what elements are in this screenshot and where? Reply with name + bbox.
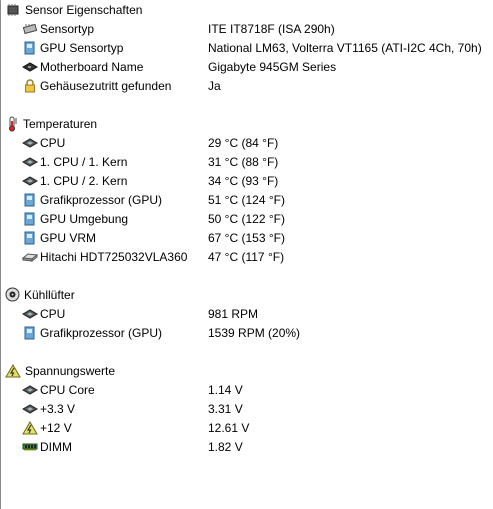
- cpu-chip-icon: [22, 156, 38, 168]
- list-item[interactable]: DIMM 1.82 V: [0, 437, 493, 456]
- sensor-chip-icon: [22, 23, 38, 35]
- hard-disk-icon: [22, 251, 38, 263]
- sensor-chip-icon: [5, 3, 21, 17]
- field-value: 67 °C (153 °F): [208, 230, 285, 245]
- list-item[interactable]: 1. CPU / 2. Kern 34 °C (93 °F): [0, 171, 493, 190]
- field-label: CPU: [40, 135, 66, 150]
- gpu-card-icon: [22, 326, 38, 340]
- list-item[interactable]: CPU 29 °C (84 °F): [0, 133, 493, 152]
- field-label: Gehäusezutritt gefunden: [40, 78, 172, 93]
- field-value: 31 °C (88 °F): [208, 154, 279, 169]
- field-label: GPU Umgebung: [40, 211, 129, 226]
- section-fans: Kühllüfter CPU 981 RPM Grafikprozessor (…: [0, 285, 493, 342]
- field-label: Hitachi HDT725032VLA360: [40, 249, 188, 264]
- section-header-temperatures[interactable]: Temperaturen: [0, 114, 493, 133]
- field-label: 1. CPU / 1. Kern: [40, 154, 128, 169]
- section-title: Temperaturen: [23, 116, 98, 131]
- field-value: 1.14 V: [208, 382, 243, 397]
- cpu-chip-icon: [22, 137, 38, 149]
- field-value: 1.82 V: [208, 439, 243, 454]
- list-item[interactable]: +3.3 V 3.31 V: [0, 399, 493, 418]
- list-item[interactable]: Gehäusezutritt gefunden Ja: [0, 76, 493, 95]
- field-label: Grafikprozessor (GPU): [40, 325, 163, 340]
- field-value: National LM63, Volterra VT1165 (ATI-I2C …: [208, 40, 482, 55]
- gpu-card-icon: [22, 231, 38, 245]
- section-header-voltages[interactable]: Spannungswerte: [0, 361, 493, 380]
- list-item[interactable]: GPU Umgebung 50 °C (122 °F): [0, 209, 493, 228]
- list-item[interactable]: Grafikprozessor (GPU) 1539 RPM (20%): [0, 323, 493, 342]
- field-value: 51 °C (124 °F): [208, 192, 285, 207]
- section-sensor-properties: Sensor Eigenschaften Sensortyp ITE IT871…: [0, 0, 493, 95]
- field-value: 12.61 V: [208, 420, 250, 435]
- field-label: CPU Core: [40, 382, 95, 397]
- gpu-card-icon: [22, 212, 38, 226]
- field-label: Sensortyp: [40, 21, 95, 36]
- field-value: 47 °C (117 °F): [208, 249, 285, 264]
- section-title: Kühllüfter: [24, 287, 75, 302]
- list-item[interactable]: GPU Sensortyp National LM63, Volterra VT…: [0, 38, 493, 57]
- field-label: GPU VRM: [40, 230, 97, 245]
- list-item[interactable]: CPU 981 RPM: [0, 304, 493, 323]
- list-item[interactable]: +12 V 12.61 V: [0, 418, 493, 437]
- cpu-chip-icon: [22, 384, 38, 396]
- thermometer-icon: [5, 116, 19, 132]
- list-item[interactable]: Sensortyp ITE IT8718F (ISA 290h): [0, 19, 493, 38]
- section-header-fans[interactable]: Kühllüfter: [0, 285, 493, 304]
- field-label: DIMM: [40, 439, 72, 454]
- field-label: CPU: [40, 306, 66, 321]
- section-voltages: Spannungswerte CPU Core 1.14 V +3.3 V 3.…: [0, 361, 493, 456]
- field-value: 981 RPM: [208, 306, 259, 321]
- field-label: +12 V: [40, 420, 72, 435]
- field-value: ITE IT8718F (ISA 290h): [208, 21, 335, 36]
- section-temperatures: Temperaturen CPU 29 °C (84 °F) 1. CPU / …: [0, 114, 493, 266]
- field-label: GPU Sensortyp: [40, 40, 124, 55]
- gpu-card-icon: [22, 41, 38, 55]
- sensor-list: Sensor Eigenschaften Sensortyp ITE IT871…: [0, 0, 493, 456]
- section-header-sensor[interactable]: Sensor Eigenschaften: [0, 0, 493, 19]
- cpu-chip-icon: [22, 308, 38, 320]
- field-value: 3.31 V: [208, 401, 243, 416]
- list-item[interactable]: Motherboard Name Gigabyte 945GM Series: [0, 57, 493, 76]
- field-value: Ja: [208, 78, 221, 93]
- voltage-warning-icon: [5, 363, 21, 378]
- field-label: 1. CPU / 2. Kern: [40, 173, 128, 188]
- padlock-icon: [22, 78, 38, 93]
- motherboard-icon: [22, 61, 38, 73]
- field-value: 29 °C (84 °F): [208, 135, 279, 150]
- list-item[interactable]: GPU VRM 67 °C (153 °F): [0, 228, 493, 247]
- memory-module-icon: [22, 442, 38, 452]
- field-label: Grafikprozessor (GPU): [40, 192, 163, 207]
- field-value: Gigabyte 945GM Series: [208, 59, 337, 74]
- field-value: 1539 RPM (20%): [208, 325, 301, 340]
- field-label: Motherboard Name: [40, 59, 144, 74]
- cpu-chip-icon: [22, 175, 38, 187]
- field-label: +3.3 V: [40, 401, 76, 416]
- cpu-chip-icon: [22, 403, 38, 415]
- gpu-card-icon: [22, 193, 38, 207]
- field-value: 34 °C (93 °F): [208, 173, 279, 188]
- list-item[interactable]: CPU Core 1.14 V: [0, 380, 493, 399]
- list-item[interactable]: 1. CPU / 1. Kern 31 °C (88 °F): [0, 152, 493, 171]
- voltage-warning-icon: [22, 420, 38, 435]
- section-title: Sensor Eigenschaften: [25, 2, 143, 17]
- list-item[interactable]: Grafikprozessor (GPU) 51 °C (124 °F): [0, 190, 493, 209]
- list-item[interactable]: Hitachi HDT725032VLA360 47 °C (117 °F): [0, 247, 493, 266]
- field-value: 50 °C (122 °F): [208, 211, 285, 226]
- fan-icon: [5, 287, 20, 302]
- section-title: Spannungswerte: [25, 363, 116, 378]
